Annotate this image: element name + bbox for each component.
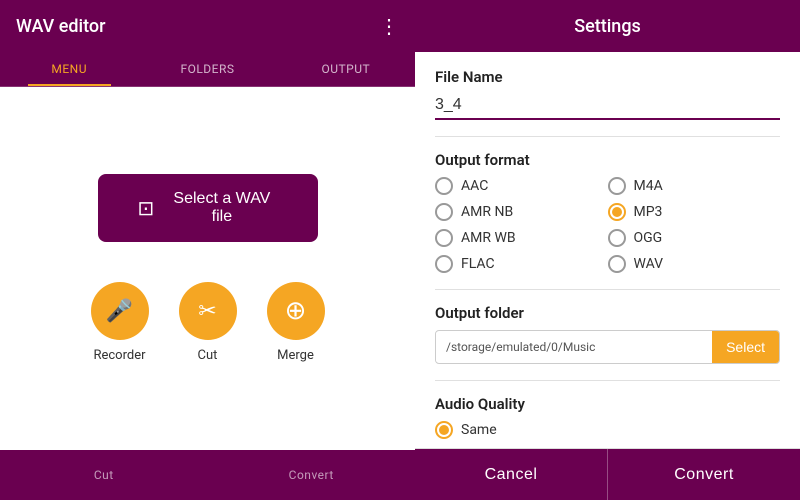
radio-label-ogg: OGG [634,230,663,246]
tool-recorder[interactable]: 🎤 Recorder [91,282,149,363]
folder-row: /storage/emulated/0/Music Select [435,330,780,364]
radio-circle-flac [435,255,453,273]
tool-cut[interactable]: ✂ Cut [179,282,237,363]
quality-same[interactable]: Same [435,421,780,439]
radio-label-amr-wb: AMR WB [461,230,516,246]
radio-circle-amr-wb [435,229,453,247]
radio-circle-ogg [608,229,626,247]
radio-label-wav: WAV [634,256,664,272]
radio-aac[interactable]: AAC [435,177,608,195]
radio-flac[interactable]: FLAC [435,255,608,273]
file-name-label: File Name [435,68,780,86]
bottom-nav: Cut Convert [0,450,415,500]
radio-inner-mp3 [612,207,622,217]
radio-circle-mp3 [608,203,626,221]
convert-button[interactable]: Convert [608,449,800,500]
bottom-tools: 🎤 Recorder ✂ Cut ⊕ Merge [91,282,325,363]
radio-label-mp3: MP3 [634,204,663,220]
radio-circle-aac [435,177,453,195]
radio-amr-wb[interactable]: AMR WB [435,229,608,247]
wav-icon: ⊡ [138,196,155,221]
tab-folders[interactable]: FOLDERS [138,52,276,86]
recorder-label: Recorder [93,348,145,363]
select-wav-button[interactable]: ⊡ Select a WAV file [98,174,318,242]
radio-label-m4a: M4A [634,178,663,194]
settings-content: File Name Output format AAC M4A [415,52,800,448]
app-header: WAV editor ⋮ [0,0,415,52]
format-grid: AAC M4A AMR NB MP3 [435,177,780,273]
file-name-group: File Name [435,68,780,120]
radio-circle-amr-nb [435,203,453,221]
recorder-icon: 🎤 [91,282,149,340]
merge-icon: ⊕ [267,282,325,340]
right-panel: Settings File Name Output format AAC M4A [415,0,800,500]
app-title: WAV editor [16,16,106,37]
radio-label-amr-nb: AMR NB [461,204,513,220]
tool-merge[interactable]: ⊕ Merge [267,282,325,363]
left-panel: WAV editor ⋮ MENU FOLDERS OUTPUT ⊡ Selec… [0,0,415,500]
radio-mp3[interactable]: MP3 [608,203,781,221]
settings-header: Settings [415,0,800,52]
radio-circle-m4a [608,177,626,195]
quality-same-label: Same [461,422,497,438]
radio-label-flac: FLAC [461,256,495,272]
audio-quality-group: Audio Quality Same [435,395,780,439]
radio-wav[interactable]: WAV [608,255,781,273]
bottom-nav-convert[interactable]: Convert [208,450,416,500]
left-content: ⊡ Select a WAV file 🎤 Recorder ✂ Cut ⊕ M… [0,87,415,450]
divider-3 [435,380,780,381]
settings-footer: Cancel Convert [415,448,800,500]
output-format-group: Output format AAC M4A AMR NB [435,151,780,273]
tab-output[interactable]: OUTPUT [277,52,415,86]
merge-label: Merge [277,348,314,363]
cut-icon: ✂ [179,282,237,340]
radio-inner-same [439,425,449,435]
settings-title: Settings [574,16,641,37]
radio-circle-wav [608,255,626,273]
folder-path: /storage/emulated/0/Music [436,332,712,362]
output-format-label: Output format [435,151,780,169]
bottom-nav-cut[interactable]: Cut [0,450,208,500]
divider-2 [435,289,780,290]
radio-ogg[interactable]: OGG [608,229,781,247]
output-folder-label: Output folder [435,304,780,322]
more-icon[interactable]: ⋮ [379,14,399,38]
radio-circle-same [435,421,453,439]
radio-label-aac: AAC [461,178,488,194]
folder-select-button[interactable]: Select [712,331,779,363]
tabs-bar: MENU FOLDERS OUTPUT [0,52,415,87]
radio-m4a[interactable]: M4A [608,177,781,195]
radio-amr-nb[interactable]: AMR NB [435,203,608,221]
divider-1 [435,136,780,137]
file-name-input[interactable] [435,92,780,120]
cut-label: Cut [198,348,218,363]
cancel-button[interactable]: Cancel [415,449,608,500]
output-folder-group: Output folder /storage/emulated/0/Music … [435,304,780,364]
tab-menu[interactable]: MENU [0,52,138,86]
select-wav-label: Select a WAV file [166,190,277,226]
audio-quality-label: Audio Quality [435,395,780,413]
